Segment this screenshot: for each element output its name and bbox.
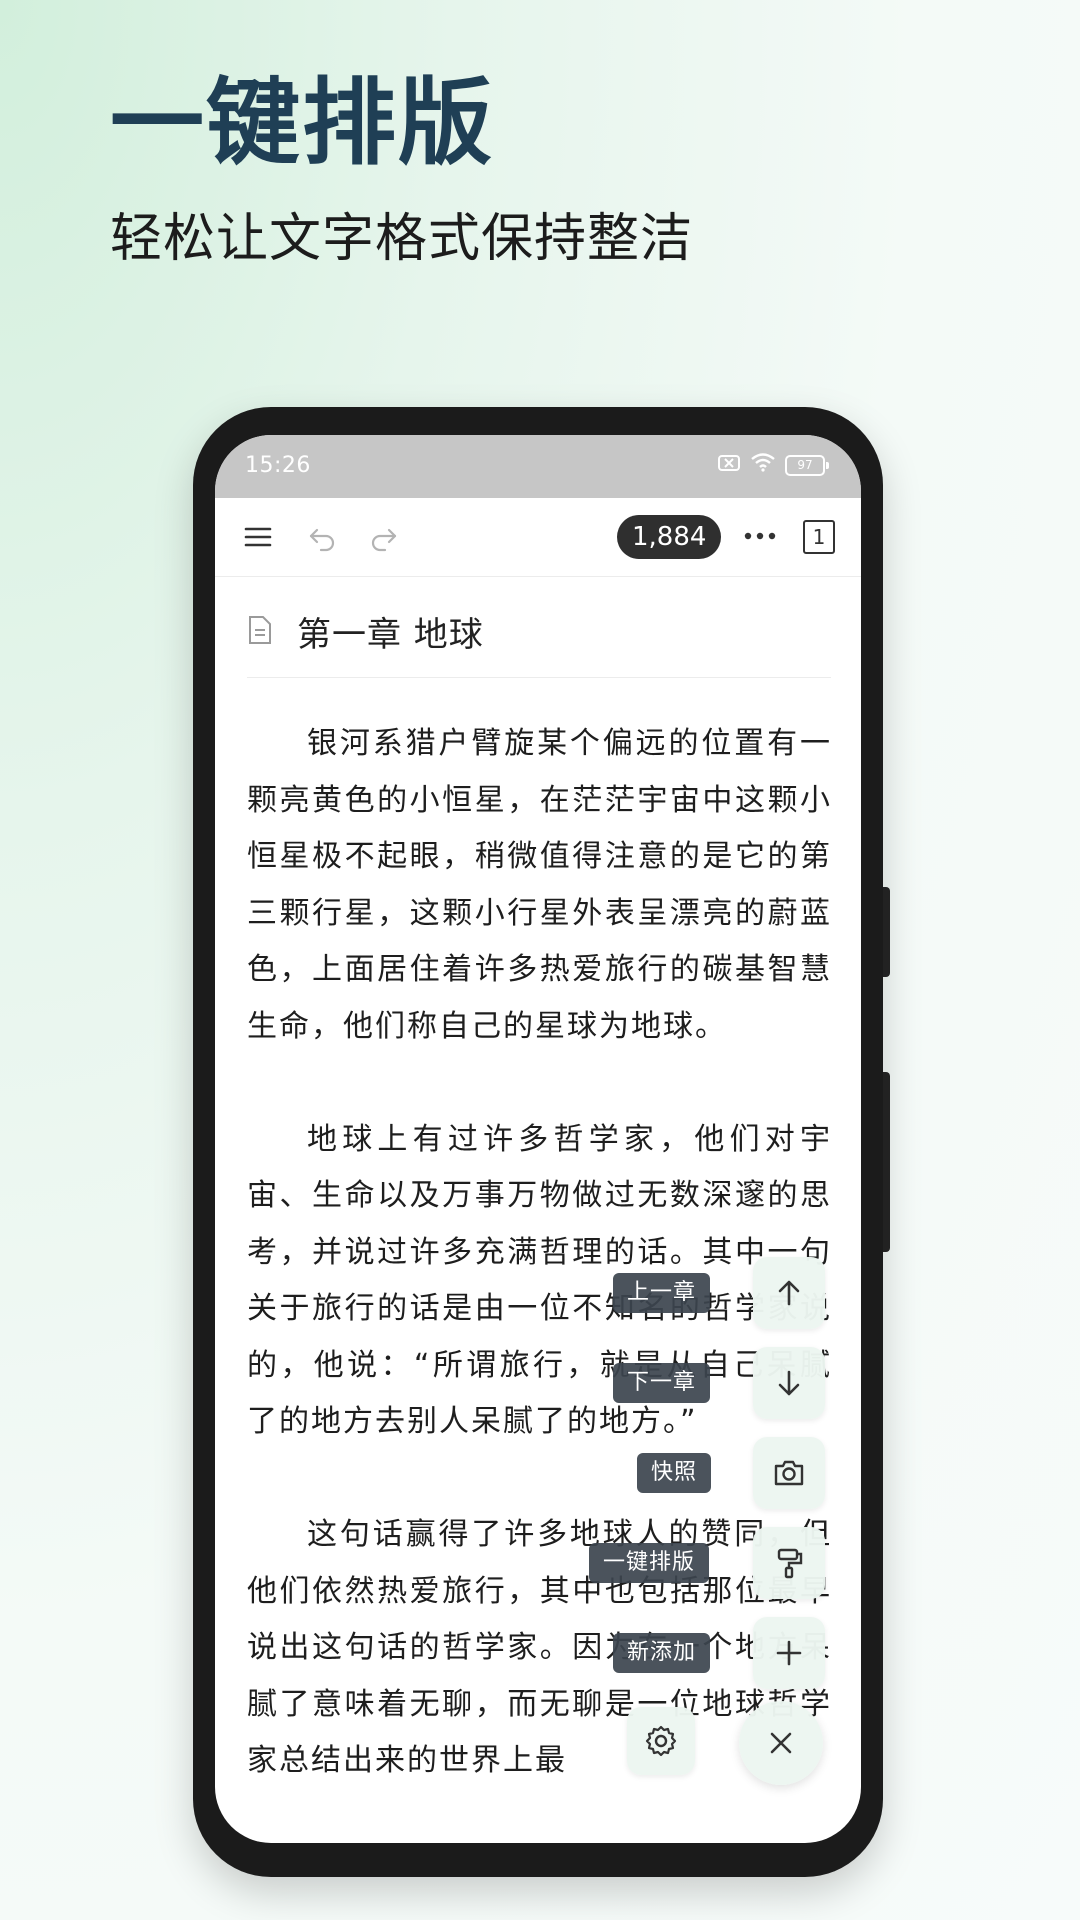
snapshot-label: 快照	[637, 1453, 712, 1493]
wifi-icon	[750, 452, 776, 478]
paragraph: 银河系猎户臂旋某个偏远的位置有一颗亮黄色的小恒星，在茫茫宇宙中这颗小恒星极不起眼…	[247, 726, 832, 1044]
paragraph: 地球上有过许多哲学家，他们对宇宙、生命以及万事万物做过无数深邃的思考，并说过许多…	[247, 1121, 832, 1440]
promo-subheadline: 轻松让文字格式保持整洁	[110, 209, 694, 269]
prev-chapter-button[interactable]	[753, 1257, 825, 1329]
word-count-badge[interactable]: 1,884	[617, 515, 722, 559]
arrow-down-icon	[778, 1370, 800, 1396]
paint-roller-icon	[777, 1548, 803, 1579]
camera-icon	[774, 1460, 804, 1486]
add-new-button[interactable]	[753, 1617, 825, 1689]
document-title: 第一章 地球	[297, 615, 484, 655]
document-body[interactable]: 银河系猎户臂旋某个偏远的位置有一颗亮黄色的小恒星，在茫茫宇宙中这颗小恒星极不起眼…	[247, 716, 832, 1843]
promo-headline: 一键排版	[110, 69, 495, 178]
next-chapter-label: 下一章	[613, 1363, 711, 1403]
status-time: 15:26	[245, 453, 311, 478]
title-divider	[247, 677, 831, 678]
document-icon	[247, 615, 273, 649]
plus-icon	[776, 1640, 802, 1666]
close-icon	[770, 1732, 792, 1754]
status-icons: 97	[717, 452, 829, 478]
editor-toolbar: 1,884 1	[215, 498, 861, 577]
phone-power-button	[883, 1072, 890, 1252]
more-icon[interactable]	[743, 526, 777, 550]
arrow-up-icon	[778, 1280, 800, 1306]
page-count: 1	[803, 520, 835, 554]
prev-chapter-label: 上一章	[613, 1273, 711, 1313]
snapshot-button[interactable]	[753, 1437, 825, 1509]
next-chapter-button[interactable]	[753, 1347, 825, 1419]
document-title-row[interactable]: 第一章 地球	[247, 603, 831, 663]
phone-screen: 15:26 97 1,884 1 第一章 地球 银河系猎户臂旋某个偏远的位置有一…	[215, 435, 861, 1843]
status-bar: 15:26 97	[215, 435, 861, 498]
one-click-format-label: 一键排版	[589, 1543, 710, 1583]
one-click-format-button[interactable]	[753, 1527, 825, 1599]
sim-off-icon	[717, 453, 741, 478]
phone-frame: 15:26 97 1,884 1 第一章 地球 银河系猎户臂旋某个偏远的位置有一…	[193, 407, 890, 1877]
page-count-button[interactable]: 1	[803, 520, 835, 554]
undo-icon[interactable]	[307, 522, 337, 556]
close-menu-button[interactable]	[739, 1701, 823, 1785]
add-new-label: 新添加	[613, 1633, 711, 1673]
redo-icon[interactable]	[369, 522, 399, 556]
menu-icon[interactable]	[243, 522, 273, 556]
battery-icon: 97	[785, 454, 829, 476]
phone-volume-button	[883, 887, 890, 977]
gear-icon	[645, 1725, 677, 1757]
settings-button[interactable]	[627, 1707, 695, 1775]
